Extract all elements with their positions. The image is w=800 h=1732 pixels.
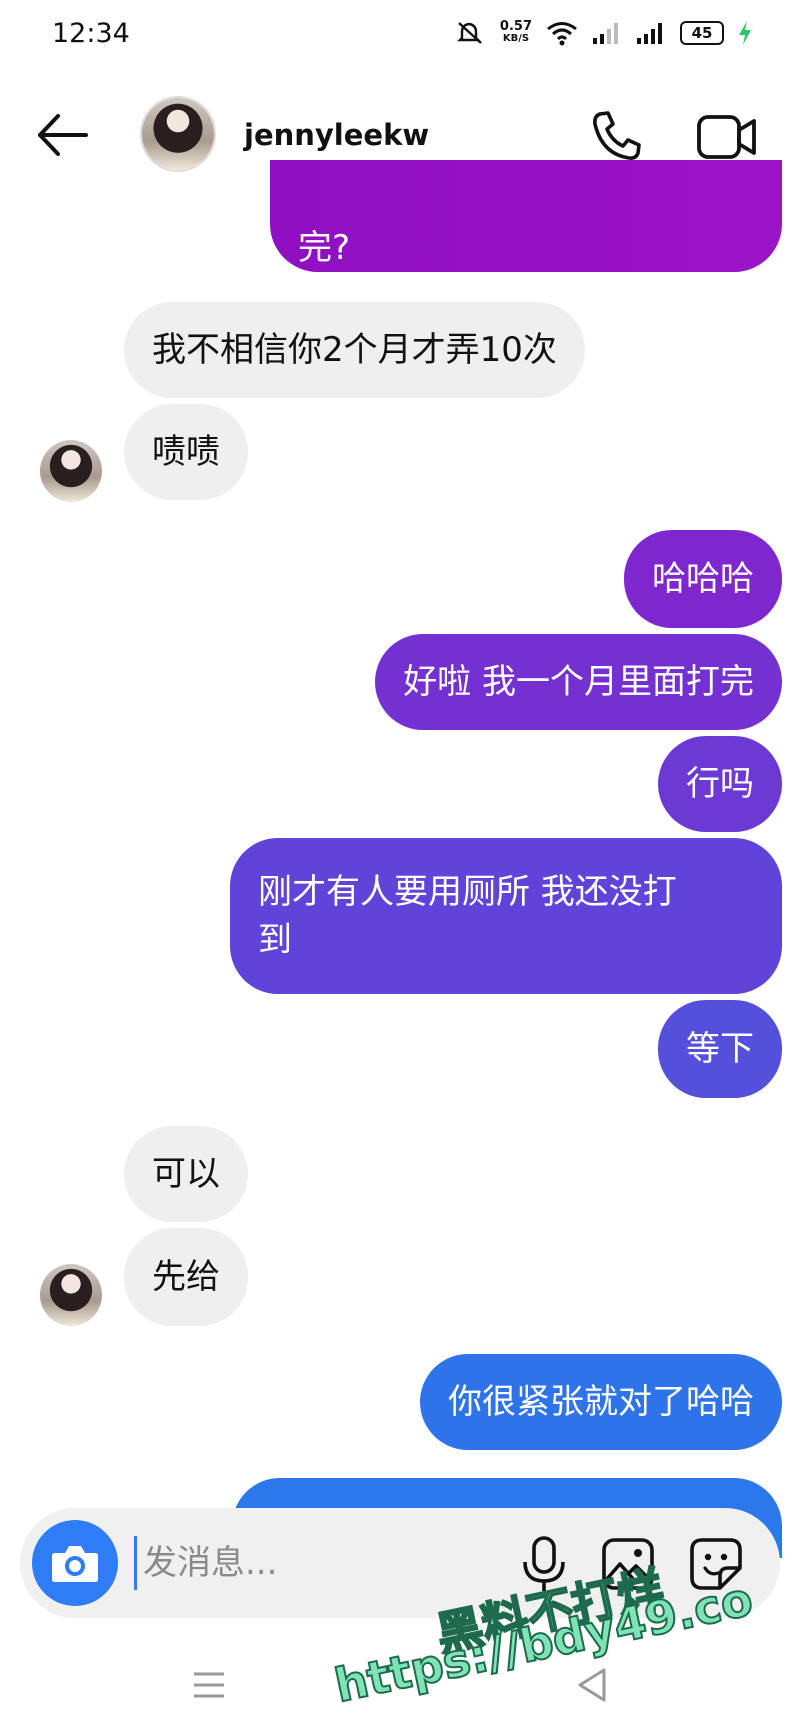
message-text-line-1: 刚才有人要用厕所 我还没打 (258, 872, 677, 912)
mute-icon (457, 22, 482, 44)
message-text: 我不相信你2个月才弄10次 (152, 330, 557, 370)
message-bubble-outgoing[interactable]: 刚才有人要用厕所 我还没打 到 (230, 838, 782, 994)
message-bubble-outgoing[interactable]: 你很紧张就对了哈哈 (420, 1354, 782, 1450)
camera-icon (52, 1546, 98, 1582)
message-text: 你很紧张就对了哈哈 (448, 1382, 754, 1422)
status-time: 12:34 (52, 18, 130, 49)
avatar[interactable] (140, 96, 216, 172)
signal-icon (637, 23, 662, 44)
avatar-image (142, 98, 214, 170)
message-text: 可以 (152, 1154, 220, 1194)
message-bubble-incoming[interactable]: 啧啧 (124, 404, 248, 500)
message-input[interactable] (134, 1536, 494, 1590)
message-text: 啧啧 (152, 432, 220, 472)
message-bubble-outgoing[interactable]: 哈哈哈 (624, 530, 782, 628)
avatar[interactable] (40, 440, 102, 502)
battery-level: 45 (691, 24, 713, 42)
message-bubble-incoming[interactable]: 我不相信你2个月才弄10次 (124, 302, 585, 398)
phone-icon[interactable] (588, 108, 644, 164)
wifi-icon (547, 22, 577, 46)
message-bubble-outgoing[interactable]: 好啦 我一个月里面打完 (375, 634, 782, 730)
message-text-line-2: 到 (258, 920, 292, 960)
message-bubble-outgoing[interactable]: 等下 (658, 1000, 782, 1098)
avatar-image (40, 1264, 102, 1326)
message-text: 哈哈哈 (652, 559, 754, 599)
status-bar: 12:34 0.57 KB/S 45 (0, 0, 800, 70)
video-camera-icon[interactable] (696, 110, 758, 164)
charging-icon (739, 21, 751, 45)
avatar[interactable] (40, 1264, 102, 1326)
message-text: 先给 (152, 1257, 220, 1297)
message-bubble-incoming[interactable]: 可以 (124, 1126, 248, 1222)
message-text: 等下 (686, 1029, 754, 1069)
status-icons: 0.57 KB/S 45 (456, 20, 752, 46)
net-speed-unit: KB/S (502, 33, 530, 44)
network-speed: 0.57 KB/S (499, 19, 532, 45)
message-text: 好啦 我一个月里面打完 (403, 662, 754, 702)
camera-button[interactable] (32, 1520, 118, 1606)
menu-icon[interactable] (190, 1670, 228, 1700)
nav-back-icon[interactable] (574, 1666, 610, 1704)
back-arrow-icon[interactable] (34, 110, 90, 160)
message-bubble-incoming[interactable]: 先给 (124, 1228, 248, 1326)
battery-icon: 45 (680, 21, 724, 45)
chat-username[interactable]: jennyleekw (244, 118, 429, 152)
net-speed-value: 0.57 (499, 19, 532, 34)
message-bubble-outgoing[interactable]: 完? (270, 160, 782, 272)
message-text: 行吗 (686, 764, 754, 804)
signal-icon (593, 23, 618, 44)
avatar-image (40, 440, 102, 502)
message-text: 完? (298, 228, 351, 268)
message-bubble-outgoing[interactable]: 行吗 (658, 736, 782, 832)
